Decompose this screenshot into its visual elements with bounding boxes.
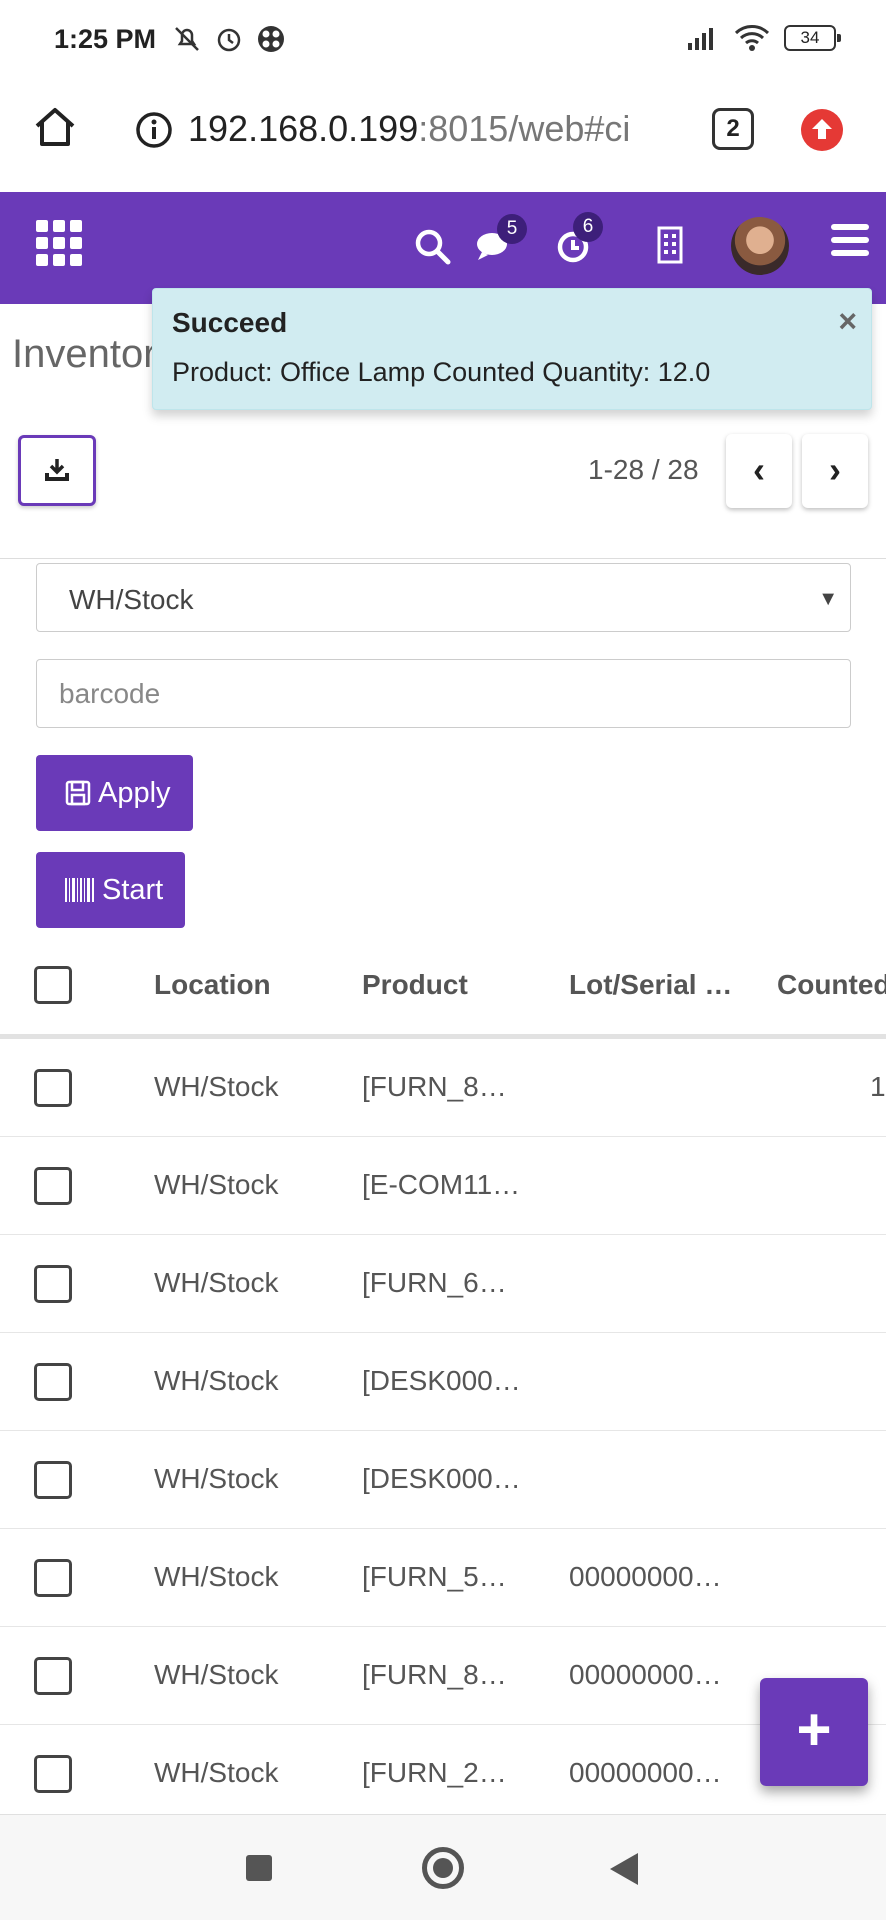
save-icon bbox=[64, 779, 92, 807]
cell-lot: 00000000… bbox=[569, 1757, 722, 1788]
alarm-icon bbox=[217, 28, 241, 52]
cell-product: [DESK000… bbox=[362, 1365, 521, 1396]
download-button[interactable] bbox=[18, 435, 96, 506]
tab-switcher-button[interactable]: 2 bbox=[712, 108, 754, 150]
table-row[interactable]: WH/Stock [FURN_8… 1 bbox=[0, 1039, 886, 1137]
table-row[interactable]: WH/Stock [FURN_5… 00000000… bbox=[0, 1529, 886, 1627]
cell-product: [FURN_8… bbox=[362, 1659, 507, 1690]
pager-previous-button[interactable]: ‹ bbox=[726, 434, 792, 508]
close-icon[interactable]: × bbox=[838, 303, 857, 340]
hamburger-menu-icon[interactable] bbox=[831, 224, 869, 263]
toast-message: Product: Office Lamp Counted Quantity: 1… bbox=[172, 357, 711, 387]
home-circle-icon[interactable] bbox=[422, 1847, 464, 1889]
pager-next-button[interactable]: › bbox=[802, 434, 868, 508]
signal-icon bbox=[688, 28, 713, 50]
table-row[interactable]: WH/Stock [FURN_8… 00000000… bbox=[0, 1627, 886, 1725]
activities-badge: 6 bbox=[573, 212, 603, 242]
toast-title: Succeed bbox=[172, 307, 288, 338]
messages-badge: 5 bbox=[497, 214, 527, 244]
search-icon[interactable] bbox=[414, 228, 452, 266]
cell-counted: 1 bbox=[870, 1071, 886, 1102]
table-row[interactable]: WH/Stock [FURN_6… bbox=[0, 1235, 886, 1333]
table-row[interactable]: WH/Stock [DESK000… bbox=[0, 1431, 886, 1529]
update-icon[interactable] bbox=[801, 109, 843, 151]
table-row[interactable]: WH/Stock [DESK000… bbox=[0, 1333, 886, 1431]
cell-location: WH/Stock bbox=[154, 1463, 279, 1494]
row-checkbox[interactable] bbox=[34, 1265, 72, 1303]
apply-button[interactable]: Apply bbox=[36, 755, 193, 831]
wifi-icon bbox=[734, 25, 770, 51]
cell-lot: 00000000… bbox=[569, 1659, 722, 1690]
browser-toolbar: 192.168.0.199:8015/web#ci 2 bbox=[0, 82, 886, 192]
user-avatar[interactable] bbox=[731, 217, 789, 275]
row-checkbox[interactable] bbox=[34, 1461, 72, 1499]
cell-location: WH/Stock bbox=[154, 1757, 279, 1788]
download-icon bbox=[45, 459, 69, 481]
status-bar: 1:25 PM 34 bbox=[0, 0, 886, 82]
row-checkbox[interactable] bbox=[34, 1755, 72, 1793]
app-icon bbox=[258, 26, 284, 52]
cell-location: WH/Stock bbox=[154, 1659, 279, 1690]
cell-location: WH/Stock bbox=[154, 1071, 279, 1102]
divider bbox=[0, 558, 886, 559]
arrow-up-icon bbox=[812, 119, 832, 139]
barcode-input[interactable] bbox=[36, 659, 851, 728]
success-toast: Succeed Product: Office Lamp Counted Qua… bbox=[152, 288, 872, 410]
url-path: :8015/web#ci bbox=[418, 108, 631, 149]
pager-range: 1-28 / 28 bbox=[588, 454, 699, 485]
row-checkbox[interactable] bbox=[34, 1657, 72, 1695]
start-button-label: Start bbox=[102, 873, 164, 906]
apply-button-label: Apply bbox=[98, 776, 171, 809]
column-header-product[interactable]: Product bbox=[362, 969, 468, 1001]
row-checkbox[interactable] bbox=[34, 1363, 72, 1401]
location-select-value: WH/Stock bbox=[69, 584, 194, 615]
cell-product: [DESK000… bbox=[362, 1463, 521, 1494]
url-bar[interactable]: 192.168.0.199:8015/web#ci bbox=[188, 108, 654, 150]
back-icon[interactable] bbox=[610, 1853, 638, 1885]
cell-product: [FURN_2… bbox=[362, 1757, 507, 1788]
recents-icon[interactable] bbox=[246, 1855, 272, 1881]
mute-icon bbox=[175, 27, 199, 51]
home-icon[interactable] bbox=[32, 104, 78, 150]
cell-product: [E-COM11… bbox=[362, 1169, 521, 1200]
start-button[interactable]: Start bbox=[36, 852, 186, 928]
row-checkbox[interactable] bbox=[34, 1167, 72, 1205]
row-checkbox[interactable] bbox=[34, 1559, 72, 1597]
cell-product: [FURN_6… bbox=[362, 1267, 507, 1298]
table-row[interactable]: WH/Stock [FURN_2… 00000000… bbox=[0, 1725, 886, 1823]
cell-location: WH/Stock bbox=[154, 1169, 279, 1200]
table-row[interactable]: WH/Stock [E-COM11… bbox=[0, 1137, 886, 1235]
select-all-checkbox[interactable] bbox=[34, 966, 72, 1004]
chevron-down-icon: ▼ bbox=[818, 588, 838, 610]
location-select[interactable]: WH/Stock ▼ bbox=[36, 563, 851, 632]
column-header-lot-serial[interactable]: Lot/Serial … bbox=[569, 969, 732, 1001]
info-icon[interactable] bbox=[134, 110, 174, 150]
add-button[interactable]: + bbox=[760, 1678, 868, 1786]
barcode-icon bbox=[64, 877, 96, 903]
apps-menu-icon[interactable] bbox=[36, 220, 82, 266]
cell-location: WH/Stock bbox=[154, 1561, 279, 1592]
status-time: 1:25 PM bbox=[54, 24, 157, 54]
cell-lot: 00000000… bbox=[569, 1561, 722, 1592]
cell-product: [FURN_5… bbox=[362, 1561, 507, 1592]
system-navigation-bar bbox=[0, 1814, 886, 1920]
row-checkbox[interactable] bbox=[34, 1069, 72, 1107]
battery-icon: 34 bbox=[784, 25, 841, 51]
cell-location: WH/Stock bbox=[154, 1267, 279, 1298]
cell-product: [FURN_8… bbox=[362, 1071, 507, 1102]
cell-location: WH/Stock bbox=[154, 1365, 279, 1396]
page-title: Inventor bbox=[12, 332, 157, 376]
url-host: 192.168.0.199 bbox=[188, 108, 419, 149]
column-header-location[interactable]: Location bbox=[154, 969, 271, 1001]
column-header-counted[interactable]: Counted bbox=[777, 969, 886, 1001]
company-icon[interactable] bbox=[657, 226, 683, 264]
